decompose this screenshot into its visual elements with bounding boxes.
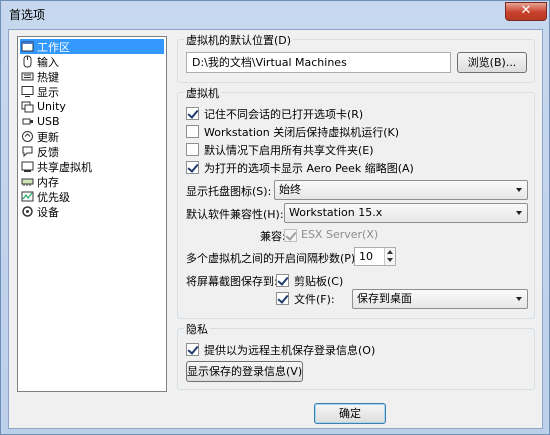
monitor-icon <box>20 85 34 99</box>
compat-value: Workstation 15.x <box>289 206 383 219</box>
enable-shared-folders-checkbox[interactable] <box>186 143 199 156</box>
default-location-input[interactable]: D:\我的文档\Virtual Machines <box>186 52 451 73</box>
mouse-icon <box>20 55 34 69</box>
privacy-title: 隐私 <box>184 321 210 337</box>
sidebar-item-hotkeys[interactable]: 热键 <box>20 69 164 84</box>
sidebar-item-feedback[interactable]: 反馈 <box>20 144 164 159</box>
arrow-up-icon[interactable] <box>387 250 393 254</box>
chevron-down-icon <box>516 211 522 215</box>
sidebar-item-label: 输入 <box>37 55 59 69</box>
default-location-group: 虚拟机的默认位置(D) D:\我的文档\Virtual Machines 浏览(… <box>177 32 535 83</box>
ok-button[interactable]: 确定 <box>314 403 386 424</box>
feedback-icon <box>20 145 34 159</box>
vm-group: 虚拟机 记住不同会话的已打开选项卡(R) Workstation 关闭后保持虚拟… <box>177 85 535 319</box>
sidebar-item-label: 设备 <box>37 205 59 219</box>
sidebar-item-label: Unity <box>37 100 66 113</box>
file-target-value: 保存到桌面 <box>357 292 412 305</box>
memory-icon <box>20 175 34 189</box>
shared-vm-icon <box>20 160 34 174</box>
sidebar-item-input[interactable]: 输入 <box>20 54 164 69</box>
sidebar-item-devices[interactable]: 设备 <box>20 204 164 219</box>
sidebar-item-label: 热键 <box>37 70 59 84</box>
keep-vms-running-label: Workstation 关闭后保持虚拟机运行(K) <box>204 126 400 139</box>
title-bar: 首选项 ✕ <box>1 1 549 26</box>
save-screenshot-label: 将屏幕截图保存到: <box>186 275 278 288</box>
sidebar-item-workspace[interactable]: 工作区 <box>20 39 164 54</box>
save-login-checkbox[interactable] <box>186 343 199 356</box>
aero-peek-checkbox[interactable] <box>186 161 199 174</box>
sidebar-item-memory[interactable]: 内存 <box>20 174 164 189</box>
remember-tabs-label: 记住不同会话的已打开选项卡(R) <box>204 108 364 121</box>
aero-peek-label: 为打开的选项卡显示 Aero Peek 缩略图(A) <box>204 162 414 175</box>
sidebar-item-label: 反馈 <box>37 145 59 159</box>
close-button[interactable]: ✕ <box>505 2 547 21</box>
chevron-down-icon <box>516 188 522 192</box>
clipboard-checkbox[interactable] <box>276 274 289 287</box>
tray-icon-select[interactable]: 始终 <box>274 180 528 200</box>
sidebar-item-label: 工作区 <box>37 40 70 54</box>
keep-vms-running-checkbox[interactable] <box>186 125 199 138</box>
update-icon <box>20 130 34 144</box>
sidebar-item-label: 更新 <box>37 130 59 144</box>
stepper-buttons[interactable] <box>384 248 395 265</box>
keyboard-icon <box>20 70 34 84</box>
sidebar-item-usb[interactable]: USB <box>20 114 164 129</box>
esx-server-checkbox[interactable] <box>284 229 297 242</box>
privacy-group: 隐私 提供以为远程主机保存登录信息(O) 显示保存的登录信息(V) <box>177 321 535 390</box>
sidebar-item-label: 内存 <box>37 175 59 189</box>
dialog-client-area: 工作区 输入 热键 显示 Unity USB 更新 反馈 共享虚拟机 内存 优先… <box>8 29 543 429</box>
sidebar-item-label: 优先级 <box>37 190 70 204</box>
file-checkbox[interactable] <box>276 292 289 305</box>
show-login-info-button[interactable]: 显示保存的登录信息(V) <box>186 361 303 382</box>
interval-label: 多个虚拟机之间的开启间隔秒数(P): <box>186 252 359 265</box>
remember-tabs-checkbox[interactable] <box>186 107 199 120</box>
sidebar-item-unity[interactable]: Unity <box>20 99 164 114</box>
compat-with-label: 兼容: <box>260 230 286 243</box>
compat-select[interactable]: Workstation 15.x <box>284 203 528 223</box>
file-label: 文件(F): <box>294 293 335 306</box>
sidebar-item-display[interactable]: 显示 <box>20 84 164 99</box>
sidebar-item-update[interactable]: 更新 <box>20 129 164 144</box>
sidebar-item-label: USB <box>37 115 60 128</box>
enable-shared-folders-label: 默认情况下启用所有共享文件夹(E) <box>204 144 374 157</box>
sidebar-item-label: 显示 <box>37 85 59 99</box>
default-location-label: 虚拟机的默认位置(D) <box>184 32 294 48</box>
arrow-down-icon[interactable] <box>387 258 393 262</box>
sidebar-item-shared-vms[interactable]: 共享虚拟机 <box>20 159 164 174</box>
clipboard-label: 剪贴板(C) <box>294 275 344 288</box>
preferences-window: 首选项 ✕ 工作区 输入 热键 显示 Unity USB 更新 反馈 共享虚拟机… <box>0 0 550 435</box>
sidebar-item-label: 共享虚拟机 <box>37 160 92 174</box>
compat-label: 默认软件兼容性(H): <box>186 208 284 221</box>
sidebar-item-priority[interactable]: 优先级 <box>20 189 164 204</box>
priority-icon <box>20 190 34 204</box>
save-login-label: 提供以为远程主机保存登录信息(O) <box>204 344 376 357</box>
file-target-select[interactable]: 保存到桌面 <box>352 289 528 309</box>
chevron-down-icon <box>516 297 522 301</box>
interval-value: 10 <box>359 250 373 263</box>
vm-group-title: 虚拟机 <box>184 85 221 101</box>
tray-icon-value: 始终 <box>279 183 301 196</box>
workspace-icon <box>20 40 34 54</box>
window-title: 首选项 <box>9 8 46 22</box>
usb-icon <box>20 115 34 129</box>
esx-server-label: ESX Server(X) <box>301 228 379 241</box>
interval-stepper[interactable]: 10 <box>354 247 396 266</box>
browse-button[interactable]: 浏览(B)... <box>457 52 527 73</box>
device-icon <box>20 205 34 219</box>
category-list[interactable]: 工作区 输入 热键 显示 Unity USB 更新 反馈 共享虚拟机 内存 优先… <box>17 36 167 392</box>
unity-icon <box>20 100 34 114</box>
tray-icon-label: 显示托盘图标(S): <box>186 185 272 198</box>
